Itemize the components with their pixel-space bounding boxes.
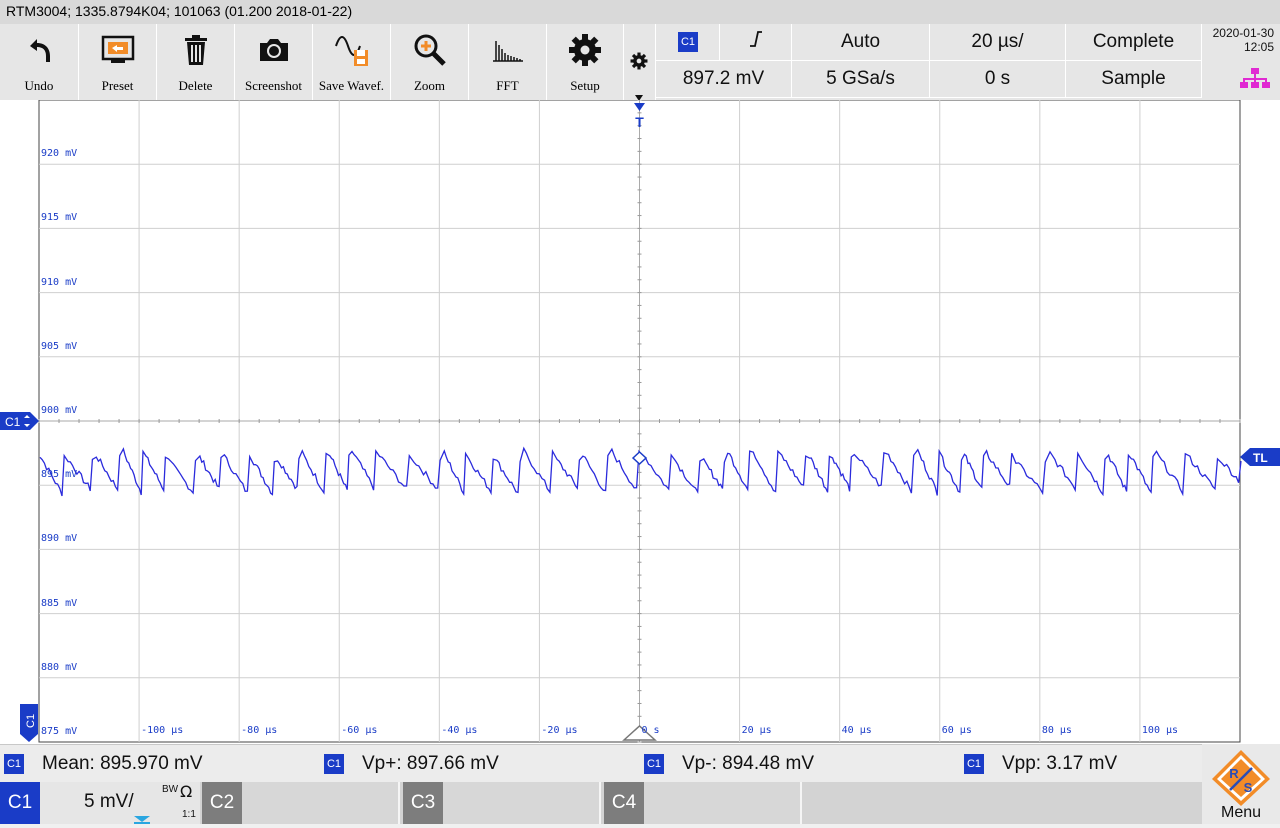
fft-icon xyxy=(469,32,546,68)
trigger-slope-cell[interactable] xyxy=(720,24,792,61)
measurement-mean[interactable]: C1 Mean: 895.970 mV xyxy=(4,753,203,775)
svg-text:R: R xyxy=(1229,766,1239,781)
channel-c4-box[interactable]: C4 xyxy=(604,782,802,824)
channel-ground-marker[interactable]: C1 xyxy=(20,704,38,742)
acquisition-mode-cell[interactable]: Sample xyxy=(1066,61,1202,98)
x-axis-label: 80 µs xyxy=(1041,725,1072,736)
trash-icon xyxy=(157,32,234,68)
x-axis-label: -100 µs xyxy=(141,725,184,736)
small-gear-icon xyxy=(630,52,648,74)
acquisition-panel: C1 897.2 mV Auto 5 GSa/s 20 µs/ 0 s Comp… xyxy=(656,24,1202,100)
trigger-position-cell[interactable]: 0 s xyxy=(930,61,1066,98)
sample-rate-cell[interactable]: 5 GSa/s xyxy=(792,61,930,98)
waveform-grid: T C1 TL C1 xyxy=(0,100,1280,743)
y-axis-label: 900 mV xyxy=(41,405,78,416)
date-text: 2020-01-30 xyxy=(1212,26,1274,40)
save-waveform-button[interactable]: Save Wavef. xyxy=(313,24,391,100)
network-icon xyxy=(1240,68,1270,92)
trigger-channel-badge: C1 xyxy=(678,32,698,52)
channel-c3-tag: C3 xyxy=(403,782,443,824)
preset-button[interactable]: Preset xyxy=(79,24,157,100)
x-axis-label: 0 s xyxy=(641,725,660,736)
setup-button[interactable]: Setup xyxy=(547,24,624,100)
y-axis-label: 890 mV xyxy=(41,533,78,545)
x-axis-label: 20 µs xyxy=(741,725,772,736)
trigger-level-cell[interactable]: 897.2 mV xyxy=(656,61,792,98)
save-waveform-icon xyxy=(313,32,390,68)
timebase-cell[interactable]: 20 µs/ xyxy=(930,24,1066,61)
c1-bandwidth-label: BW xyxy=(162,784,179,795)
x-axis-label: 40 µs xyxy=(841,725,872,736)
acquisition-status-cell[interactable]: Complete xyxy=(1066,24,1202,61)
channel-c3-box[interactable]: C3 xyxy=(403,782,601,824)
instrument-title: RTM3004; 1335.8794K04; 101063 (01.200 20… xyxy=(6,3,353,19)
rs-logo-icon: R S xyxy=(1210,748,1272,810)
channel-ground-label: C1 xyxy=(25,714,37,728)
x-axis-label: 60 µs xyxy=(941,725,972,736)
trigger-point-marker xyxy=(631,450,648,466)
channel-c1-box[interactable]: C1 5 mV/ BW Ω 1:1 xyxy=(0,782,200,824)
undo-button[interactable]: Undo xyxy=(0,24,79,100)
waveform-display[interactable]: T C1 TL C1 920 mV 915 mV 910 mV 905 mV 900 m… xyxy=(0,100,1280,744)
undo-icon xyxy=(0,32,78,68)
y-axis-label: 875 mV xyxy=(41,726,78,737)
channel-bar: C1 5 mV/ BW Ω 1:1 C2 C3 C4 xyxy=(0,782,1280,824)
toolbar: Undo Preset Delete Screenshot Save Wavef… xyxy=(0,24,1280,101)
y-axis-label: 895 mV xyxy=(41,469,78,481)
delete-button[interactable]: Delete xyxy=(157,24,235,100)
channel-c2-tag: C2 xyxy=(202,782,242,824)
gear-icon xyxy=(547,32,623,68)
x-axis-label: -80 µs xyxy=(241,725,278,736)
menu-label: Menu xyxy=(1220,804,1262,821)
x-axis-label: 100 µs xyxy=(1141,725,1179,736)
measurement-vp-plus[interactable]: C1 Vp+: 897.66 mV xyxy=(324,753,499,775)
date-time-panel: 2020-01-30 12:05 xyxy=(1202,24,1280,100)
measurement-vpp[interactable]: C1 Vpp: 3.17 mV xyxy=(964,753,1117,775)
y-axis-label: 920 mV xyxy=(41,148,78,160)
measurement-vp-minus[interactable]: C1 Vp-: 894.48 mV xyxy=(644,753,814,775)
time-text: 12:05 xyxy=(1243,40,1274,54)
x-axis-label: -20 µs xyxy=(541,725,578,736)
c1-impedance-label: Ω xyxy=(180,782,193,801)
y-axis-label: 910 mV xyxy=(41,276,78,288)
x-axis-label: -40 µs xyxy=(441,725,478,736)
preset-icon xyxy=(79,32,156,68)
zoom-button[interactable]: Zoom xyxy=(391,24,469,100)
c1-vertical-scale: 5 mV/ xyxy=(84,791,134,812)
svg-text:S: S xyxy=(1244,780,1253,795)
rising-edge-icon xyxy=(749,30,763,54)
y-axis-label: 915 mV xyxy=(41,212,78,224)
fft-button[interactable]: FFT xyxy=(469,24,547,100)
trigger-marker-label: T xyxy=(635,114,644,130)
camera-icon xyxy=(235,32,312,68)
channel-c2-box[interactable]: C2 xyxy=(202,782,400,824)
y-axis-label: 905 mV xyxy=(41,340,78,352)
trigger-level-label: TL xyxy=(1253,451,1268,465)
channel-offset-label: C1 xyxy=(5,415,21,429)
screenshot-button[interactable]: Screenshot xyxy=(235,24,313,100)
trigger-position-marker[interactable]: T xyxy=(634,103,645,130)
trigger-mode-cell[interactable]: Auto xyxy=(792,24,930,61)
zoom-icon xyxy=(391,32,468,68)
channel-offset-marker[interactable]: C1 xyxy=(0,412,39,430)
trigger-level-marker[interactable]: TL xyxy=(1240,448,1280,466)
trigger-source-cell[interactable]: C1 xyxy=(656,24,720,61)
toolbar-more-button[interactable] xyxy=(624,24,656,101)
title-bar: RTM3004; 1335.8794K04; 101063 (01.200 20… xyxy=(0,0,1280,25)
y-axis-label: 880 mV xyxy=(41,661,78,673)
c1-probe-ratio: 1:1 xyxy=(182,809,196,820)
x-axis-label: -60 µs xyxy=(341,725,378,736)
menu-button[interactable]: R S Menu xyxy=(1202,744,1280,824)
bandwidth-limit-icon xyxy=(134,809,150,828)
channel-c1-tag: C1 xyxy=(0,782,40,824)
channel-c4-tag: C4 xyxy=(604,782,644,824)
measurement-bar: C1 Mean: 895.970 mV C1 Vp+: 897.66 mV C1… xyxy=(0,744,1280,783)
y-axis-label: 885 mV xyxy=(41,597,78,609)
